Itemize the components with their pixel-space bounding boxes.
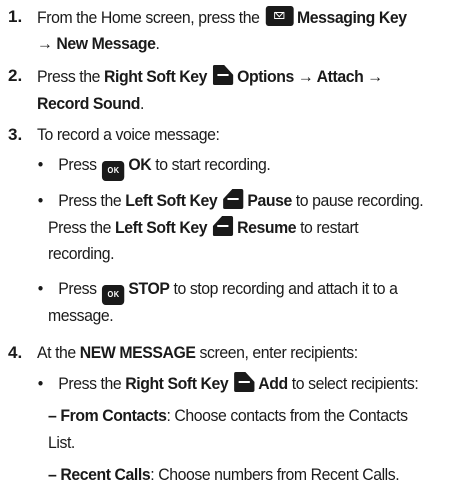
bullet-text: Press the: [48, 218, 116, 237]
new-message-label: → New Message: [37, 34, 156, 53]
bullet-marker: [48, 373, 58, 395]
left-soft-key-label: Left Soft Key: [115, 218, 208, 237]
bullet-text: to restart: [296, 218, 359, 237]
left-soft-key-icon: [223, 189, 244, 209]
bullet-marker: [48, 154, 58, 176]
right-soft-key-label: Right Soft Key: [104, 67, 208, 86]
options-path-label: Options → Attach →: [237, 67, 383, 86]
bullet-text: to stop recording and attach it to a: [169, 279, 398, 298]
step-3-bullet-2-line-2: Press the Left Soft Key Resume to restar…: [48, 216, 359, 239]
step-1-number: 1.: [8, 7, 23, 26]
bullet-text: Press: [58, 155, 101, 174]
left-soft-key-label: Left Soft Key: [125, 191, 218, 210]
step-4-line-1: At the NEW MESSAGE screen, enter recipie…: [37, 342, 358, 364]
record-sound-label: Record Sound: [37, 94, 141, 113]
period: .: [140, 94, 145, 113]
step-1-line-2: → New Message.: [37, 33, 160, 55]
pause-label: Pause: [247, 191, 292, 210]
manual-page: 1. From the Home screen, press the Messa…: [0, 0, 472, 494]
right-soft-key-icon: [212, 65, 234, 85]
step-3-bullet-1: Press OKOK to start recording.: [48, 154, 271, 181]
dash-marker: –: [48, 465, 57, 484]
step-4-number: 4.: [8, 343, 23, 362]
ok-key-icon: OK: [102, 161, 125, 181]
step-2-line-2: Record Sound.: [37, 93, 144, 115]
messaging-key-label: Messaging Key: [296, 8, 407, 27]
dash-item-contacts-line-1: – From Contacts: Choose contacts from th…: [48, 405, 408, 427]
bullet-marker: [48, 278, 58, 300]
dash-text: : Choose contacts from the Contacts: [166, 406, 408, 425]
bullet-text: Press the: [58, 191, 126, 210]
bullet-text: to select recipients:: [287, 374, 419, 393]
new-message-screen-label: NEW MESSAGE: [79, 343, 196, 362]
step-3-bullet-3-line-1: Press OKSTOP to stop recording and attac…: [48, 278, 398, 305]
messaging-key-icon: [265, 6, 294, 26]
step-4-bullet-1: Press the Right Soft Key Add to select r…: [48, 372, 419, 395]
left-soft-key-icon: [212, 216, 234, 236]
bullet-text: Press the: [58, 374, 126, 393]
step-2-line-1: Press the Right Soft Key Options → Attac…: [37, 65, 383, 88]
step-1-text: From the Home screen, press the: [37, 8, 264, 27]
period: .: [155, 34, 160, 53]
recent-calls-label: Recent Calls: [60, 465, 151, 484]
stop-label: STOP: [128, 279, 170, 298]
bullet-text: to start recording.: [151, 155, 271, 174]
step-3-bullet-2-line-1: Press the Left Soft Key Pause to pause r…: [48, 189, 424, 212]
dash-text: : Choose numbers from Recent Calls.: [150, 465, 400, 484]
bullet-marker: [48, 190, 58, 212]
step-3-number: 3.: [8, 125, 23, 144]
step-2-number: 2.: [8, 66, 23, 85]
from-contacts-label: From Contacts: [60, 406, 167, 425]
step-3-line-1: To record a voice message:: [37, 125, 220, 144]
bullet-text: Press: [58, 279, 101, 298]
dash-marker: –: [48, 406, 57, 425]
right-soft-key-icon: [234, 372, 255, 392]
dash-item-contacts-line-2: List.: [48, 433, 75, 452]
step-1-line-1: From the Home screen, press the Messagin…: [37, 6, 407, 29]
resume-label: Resume: [237, 218, 297, 237]
ok-label: OK: [128, 155, 152, 174]
dash-item-recent-calls: – Recent Calls: Choose numbers from Rece…: [48, 464, 400, 486]
step-4-text: screen, enter recipients:: [195, 343, 358, 362]
step-2-text: Press the: [37, 67, 105, 86]
step-3-bullet-3-line-2: message.: [48, 306, 114, 325]
ok-key-icon: OK: [102, 285, 125, 305]
bullet-text: to pause recording.: [291, 191, 424, 210]
add-label: Add: [258, 374, 288, 393]
step-4-text: At the: [37, 343, 80, 362]
step-3-bullet-2-line-3: recording.: [48, 244, 115, 263]
right-soft-key-label: Right Soft Key: [125, 374, 229, 393]
